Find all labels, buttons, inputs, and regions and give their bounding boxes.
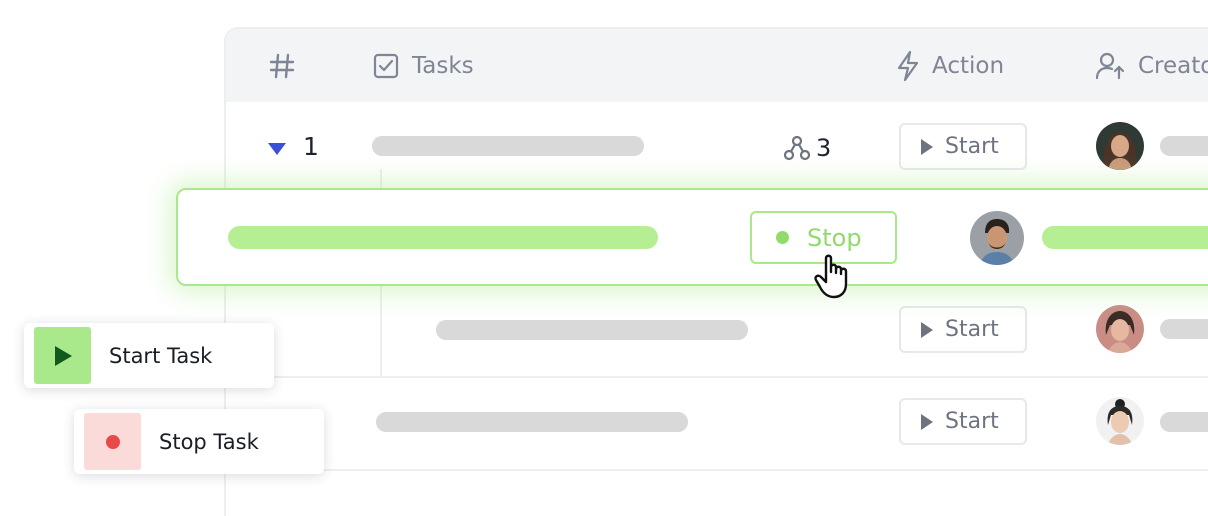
action-header-label: Action	[932, 52, 1005, 79]
start-button-label: Start	[945, 409, 999, 434]
avatar-image	[1096, 122, 1144, 170]
table-header: Tasks Action Creato	[226, 29, 1208, 102]
column-header-index[interactable]	[268, 29, 296, 102]
creator-name-placeholder	[1160, 412, 1208, 432]
subtasks-icon	[784, 135, 810, 161]
checkbox-icon	[373, 53, 399, 78]
creator-name-placeholder	[1160, 136, 1208, 156]
column-header-tasks[interactable]: Tasks	[372, 29, 474, 102]
record-dot-icon	[105, 434, 120, 449]
start-task-label: Start Task	[109, 343, 213, 368]
start-task-icon-box	[34, 327, 91, 384]
creator-name-placeholder	[1160, 319, 1208, 339]
avatar-image	[1096, 305, 1144, 353]
avatar-image	[1096, 397, 1144, 445]
avatar[interactable]	[1096, 122, 1144, 170]
row-number: 1	[303, 132, 319, 161]
subtask-count: 3	[816, 134, 832, 162]
start-button[interactable]: Start	[899, 306, 1027, 353]
creator-name-placeholder	[1042, 226, 1208, 249]
play-icon	[921, 413, 933, 430]
stop-task-label: Stop Task	[159, 429, 259, 454]
avatar-image	[970, 211, 1024, 265]
user-upload-icon	[1095, 52, 1125, 79]
column-header-action[interactable]: Action	[896, 29, 1004, 102]
stop-task-card[interactable]: Stop Task	[74, 409, 324, 474]
start-button-label: Start	[945, 317, 999, 342]
hand-cursor-icon	[814, 254, 848, 299]
play-icon	[54, 345, 72, 366]
stop-button-label: Stop	[807, 223, 862, 252]
play-icon	[921, 138, 933, 155]
avatar[interactable]	[1096, 305, 1144, 353]
running-dot-icon	[776, 231, 789, 244]
lightning-icon	[897, 50, 919, 81]
avatar[interactable]	[1096, 397, 1144, 445]
row-divider	[226, 376, 1208, 378]
task-name-placeholder	[372, 136, 644, 156]
avatar[interactable]	[970, 211, 1024, 265]
row-divider	[226, 469, 1208, 471]
start-button[interactable]: Start	[899, 398, 1027, 445]
creator-header-label: Creato	[1138, 52, 1208, 79]
task-name-placeholder	[376, 412, 688, 432]
task-name-placeholder	[436, 320, 748, 340]
task-name-placeholder	[228, 226, 658, 249]
dragged-task-row[interactable]: Stop	[176, 188, 1208, 286]
start-task-card[interactable]: Start Task	[24, 323, 274, 388]
expand-arrow-icon[interactable]	[267, 142, 287, 156]
stop-task-icon-box	[84, 413, 141, 470]
tasks-header-label: Tasks	[412, 52, 474, 79]
start-button[interactable]: Start	[899, 123, 1027, 170]
start-button-label: Start	[945, 134, 999, 159]
column-header-creator[interactable]: Creato	[1094, 29, 1208, 102]
hash-icon	[269, 53, 295, 78]
play-icon	[921, 321, 933, 338]
